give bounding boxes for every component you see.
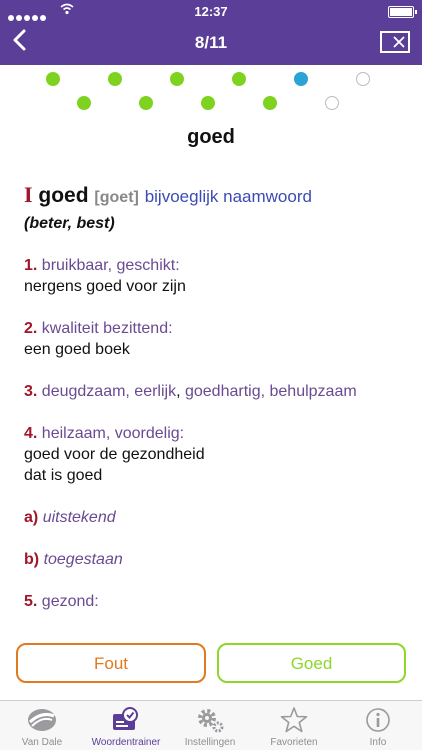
- dictionary-entry: I goed [goet] bijvoeglijk naamwoord (bet…: [24, 182, 404, 628]
- status-bar: 12:37: [0, 0, 422, 22]
- sense-meaning: toegestaan: [43, 551, 123, 568]
- subsense-b: b) toegestaan: [24, 549, 404, 570]
- tab-label: Instellingen: [184, 737, 236, 748]
- progress-dot-done: [108, 72, 122, 86]
- tab-woordentrainer[interactable]: Woordentrainer: [84, 701, 168, 751]
- tab-label: Woordentrainer: [91, 737, 161, 748]
- example: goed voor de gezondheid: [24, 446, 205, 463]
- progress-dot-done: [139, 96, 153, 110]
- progress-dot-done: [46, 72, 60, 86]
- progress-dot-done: [77, 96, 91, 110]
- quiz-word: goed: [187, 126, 235, 148]
- sense-separator: ,: [176, 383, 185, 400]
- lemma: goed: [38, 184, 89, 207]
- part-of-speech: bijvoeglijk naamwoord: [144, 187, 312, 206]
- status-time: 12:37: [194, 4, 228, 19]
- sense-meaning: goedhartig, behulpzaam: [184, 383, 357, 400]
- sense-meaning: kwaliteit bezittend:: [41, 320, 173, 337]
- info-icon: [366, 708, 390, 732]
- battery-icon: [388, 6, 417, 18]
- close-icon: [393, 36, 405, 48]
- progress-dots: [0, 72, 422, 112]
- page-title: 8/11: [194, 33, 228, 52]
- progress-dot-done: [263, 96, 277, 110]
- trainer-icon: [113, 707, 138, 730]
- example: dat is goed: [24, 467, 103, 484]
- sense-4: 4. heilzaam, voordelig: goed voor de gez…: [24, 423, 404, 486]
- progress-dot-done: [170, 72, 184, 86]
- sense-2: 2. kwaliteit bezittend: een goed boek: [24, 318, 404, 360]
- progress-dot-current: [294, 72, 308, 86]
- sense-number: 5.: [24, 593, 38, 610]
- homograph-number: I: [24, 182, 33, 207]
- progress-dot-done: [201, 96, 215, 110]
- progress-dot-pending: [325, 96, 339, 110]
- inflected-forms: (beter, best): [24, 215, 115, 232]
- gear-icon: [198, 709, 224, 733]
- sense-number: 3.: [24, 383, 38, 400]
- sense-number: 4.: [24, 425, 38, 442]
- right-button[interactable]: Goed: [217, 643, 406, 683]
- sense-meaning: heilzaam, voordelig:: [41, 425, 185, 442]
- tab-van-dale[interactable]: Van Dale: [0, 701, 84, 751]
- sense-number: b): [24, 551, 40, 568]
- subsense-a: a) uitstekend: [24, 507, 404, 528]
- progress-dot-done: [232, 72, 246, 86]
- sense-number: a): [24, 509, 39, 526]
- wrong-button[interactable]: Fout: [16, 643, 206, 683]
- progress-dot-pending: [356, 72, 370, 86]
- tab-label: Van Dale: [21, 737, 63, 748]
- sense-number: 2.: [24, 320, 38, 337]
- sense-5: 5. gezond:: [24, 591, 404, 612]
- pronunciation: [goet]: [94, 189, 139, 206]
- tab-label: Favorieten: [270, 737, 318, 748]
- sense-number: 1.: [24, 257, 38, 274]
- example: nergens goed voor zijn: [24, 278, 186, 295]
- sense-meaning: deugdzaam, eerlijk: [41, 383, 177, 400]
- tab-info[interactable]: Info: [336, 701, 420, 751]
- tab-instellingen[interactable]: Instellingen: [168, 701, 252, 751]
- sense-meaning: gezond:: [41, 593, 99, 610]
- sense-3: 3. deugdzaam, eerlijk, goedhartig, behul…: [24, 381, 404, 402]
- sense-meaning: uitstekend: [42, 509, 116, 526]
- sense-1: 1. bruikbaar, geschikt: nergens goed voo…: [24, 255, 404, 297]
- header-bar: 12:37 8/11: [0, 0, 422, 65]
- sense-meaning: bruikbaar, geschikt:: [41, 257, 180, 274]
- tab-label: Info: [369, 737, 387, 748]
- van-dale-logo-icon: [28, 709, 56, 731]
- close-button[interactable]: [380, 31, 410, 53]
- tab-bar: Van Dale Woordentrainer Instellingen Fav…: [0, 700, 422, 750]
- example: een goed boek: [24, 341, 130, 358]
- star-icon: [280, 707, 308, 733]
- tab-favorieten[interactable]: Favorieten: [252, 701, 336, 751]
- entry-headline: I goed [goet] bijvoeglijk naamwoord: [24, 182, 404, 211]
